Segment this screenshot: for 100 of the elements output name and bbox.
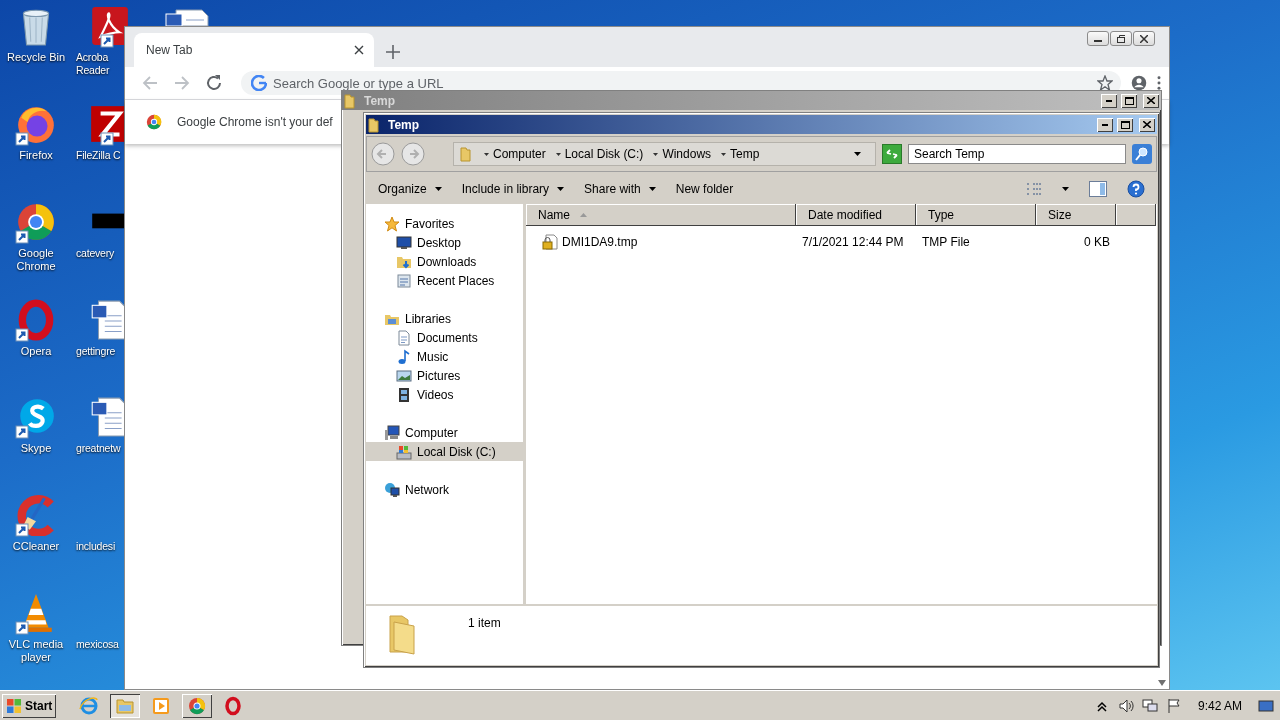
desktop-shortcut[interactable]: VLC media player (0, 592, 72, 690)
caret-icon (434, 187, 442, 191)
media-player-icon (151, 695, 172, 716)
start-button[interactable]: Start (2, 693, 57, 718)
minimize-button[interactable] (1087, 31, 1109, 46)
menu-icon[interactable] (1157, 76, 1161, 90)
star-icon[interactable] (1097, 75, 1113, 91)
monitor-icon (396, 234, 412, 251)
breadcrumb-item[interactable]: Local Disk (C:) (553, 147, 646, 161)
nav-item[interactable]: Desktop (366, 233, 523, 252)
search-icon[interactable] (1132, 144, 1152, 164)
close-button[interactable] (1143, 93, 1159, 108)
minimize-button[interactable] (1101, 93, 1117, 108)
minimize-icon (1106, 99, 1112, 102)
caret-icon (648, 187, 656, 191)
music-note-icon (396, 348, 412, 365)
nav-item[interactable]: Documents (366, 328, 523, 347)
maximize-button[interactable] (1121, 93, 1137, 108)
file-name-cell[interactable]: DMI1DA9.tmp (526, 234, 796, 250)
window-title: Temp (364, 93, 396, 108)
column-header[interactable]: Date modified (796, 204, 916, 226)
locked-file-icon (542, 234, 558, 250)
network-icon[interactable] (1141, 697, 1158, 714)
caret-icon (653, 152, 659, 156)
nav-item[interactable]: Local Disk (C:) (366, 442, 523, 461)
nav-item[interactable]: Recent Places (366, 271, 523, 290)
toolbar-button[interactable]: New folder (675, 182, 734, 196)
browser-tab[interactable]: New Tab (134, 33, 374, 67)
maximize-button[interactable] (1117, 117, 1133, 132)
caret-icon (721, 152, 727, 156)
desktop-shortcut[interactable]: Firefox (0, 102, 72, 201)
table-cell-text: 0 KB (1083, 235, 1111, 249)
picture-icon (396, 367, 412, 384)
breadcrumb-item[interactable]: Computer (482, 147, 548, 161)
window-title: Temp (388, 117, 420, 132)
desktop-shortcut[interactable]: includesi (76, 494, 124, 593)
toolbar-button[interactable]: Include in library (461, 182, 565, 196)
breadcrumb-item[interactable]: Windows (651, 147, 714, 161)
taskbar-button[interactable] (110, 693, 141, 718)
shortcut-arrow-icon (15, 523, 29, 538)
document-icon[interactable] (164, 8, 210, 26)
nav-item[interactable]: Libraries (366, 309, 523, 328)
desktop-shortcut[interactable]: Skype (0, 396, 72, 495)
desktop-shortcut[interactable]: mexicosa (76, 592, 124, 690)
recent-places-icon (396, 272, 412, 289)
minimize-icon (1102, 123, 1108, 126)
nav-item[interactable]: Pictures (366, 366, 523, 385)
new-tab-icon[interactable] (386, 45, 400, 59)
shortcut-arrow-icon (100, 34, 114, 48)
shortcut-arrow-icon (15, 621, 29, 636)
star-icon (384, 215, 400, 232)
address-bar[interactable]: Computer Local Disk (C:) Windows Temp (453, 142, 876, 166)
column-header[interactable]: Type (916, 204, 1036, 226)
caret-icon (557, 187, 565, 191)
close-icon (1143, 121, 1151, 128)
nav-item[interactable]: Downloads (366, 252, 523, 271)
google-g-icon (251, 75, 267, 91)
taskbar-button[interactable] (182, 693, 213, 718)
flag-icon[interactable] (1165, 697, 1182, 714)
browser-logo-icon (187, 695, 208, 716)
desktop-shortcut[interactable]: Recycle Bin (0, 5, 72, 103)
toolbar-button[interactable]: Organize (378, 182, 442, 196)
network-globe-icon (384, 481, 400, 498)
caret-icon (1062, 187, 1069, 191)
search-field[interactable]: Search Temp (908, 144, 1126, 164)
maximize-icon (1124, 96, 1134, 105)
nav-item[interactable]: Music (366, 347, 523, 366)
windows-logo-icon (6, 697, 22, 714)
speaker-icon[interactable] (1117, 697, 1134, 714)
header-filler (1116, 204, 1156, 226)
nav-item[interactable]: Videos (366, 385, 523, 404)
browser-logo-icon (145, 113, 163, 131)
profile-icon[interactable] (1131, 75, 1147, 91)
ring-logo-icon (223, 695, 244, 716)
preview-pane-icon[interactable] (1089, 181, 1107, 197)
table-cell-text: TMP File (921, 235, 971, 249)
restore-icon (1117, 34, 1125, 43)
help-icon[interactable] (1127, 180, 1145, 198)
shortcut-arrow-icon (15, 425, 29, 440)
nav-item[interactable]: Network (366, 480, 523, 499)
desktop-shortcut[interactable]: Google Chrome (0, 200, 72, 299)
nav-item[interactable]: Computer (366, 423, 523, 442)
scroll-down-arrow[interactable] (1157, 679, 1167, 687)
breadcrumb-item[interactable]: Temp (719, 147, 762, 161)
disk-drive-icon (396, 443, 412, 460)
close-button[interactable] (1139, 117, 1155, 132)
nav-item[interactable]: Favorites (366, 214, 523, 233)
column-header[interactable]: Name (526, 204, 796, 226)
refresh-button[interactable] (882, 144, 902, 164)
close-icon[interactable] (354, 45, 364, 55)
caret-icon (555, 152, 561, 156)
clock[interactable]: 9:42 AM (1197, 698, 1242, 713)
desktop-shortcut[interactable]: Opera (0, 298, 72, 397)
minimize-button[interactable] (1097, 117, 1113, 132)
desktop-shortcut[interactable]: CCleaner (0, 494, 72, 593)
show-desktop-icon[interactable] (1258, 697, 1274, 714)
close-button[interactable] (1133, 31, 1155, 46)
column-header[interactable]: Size (1036, 204, 1116, 226)
restore-button[interactable] (1110, 31, 1132, 46)
toolbar-button[interactable]: Share with (584, 182, 656, 196)
